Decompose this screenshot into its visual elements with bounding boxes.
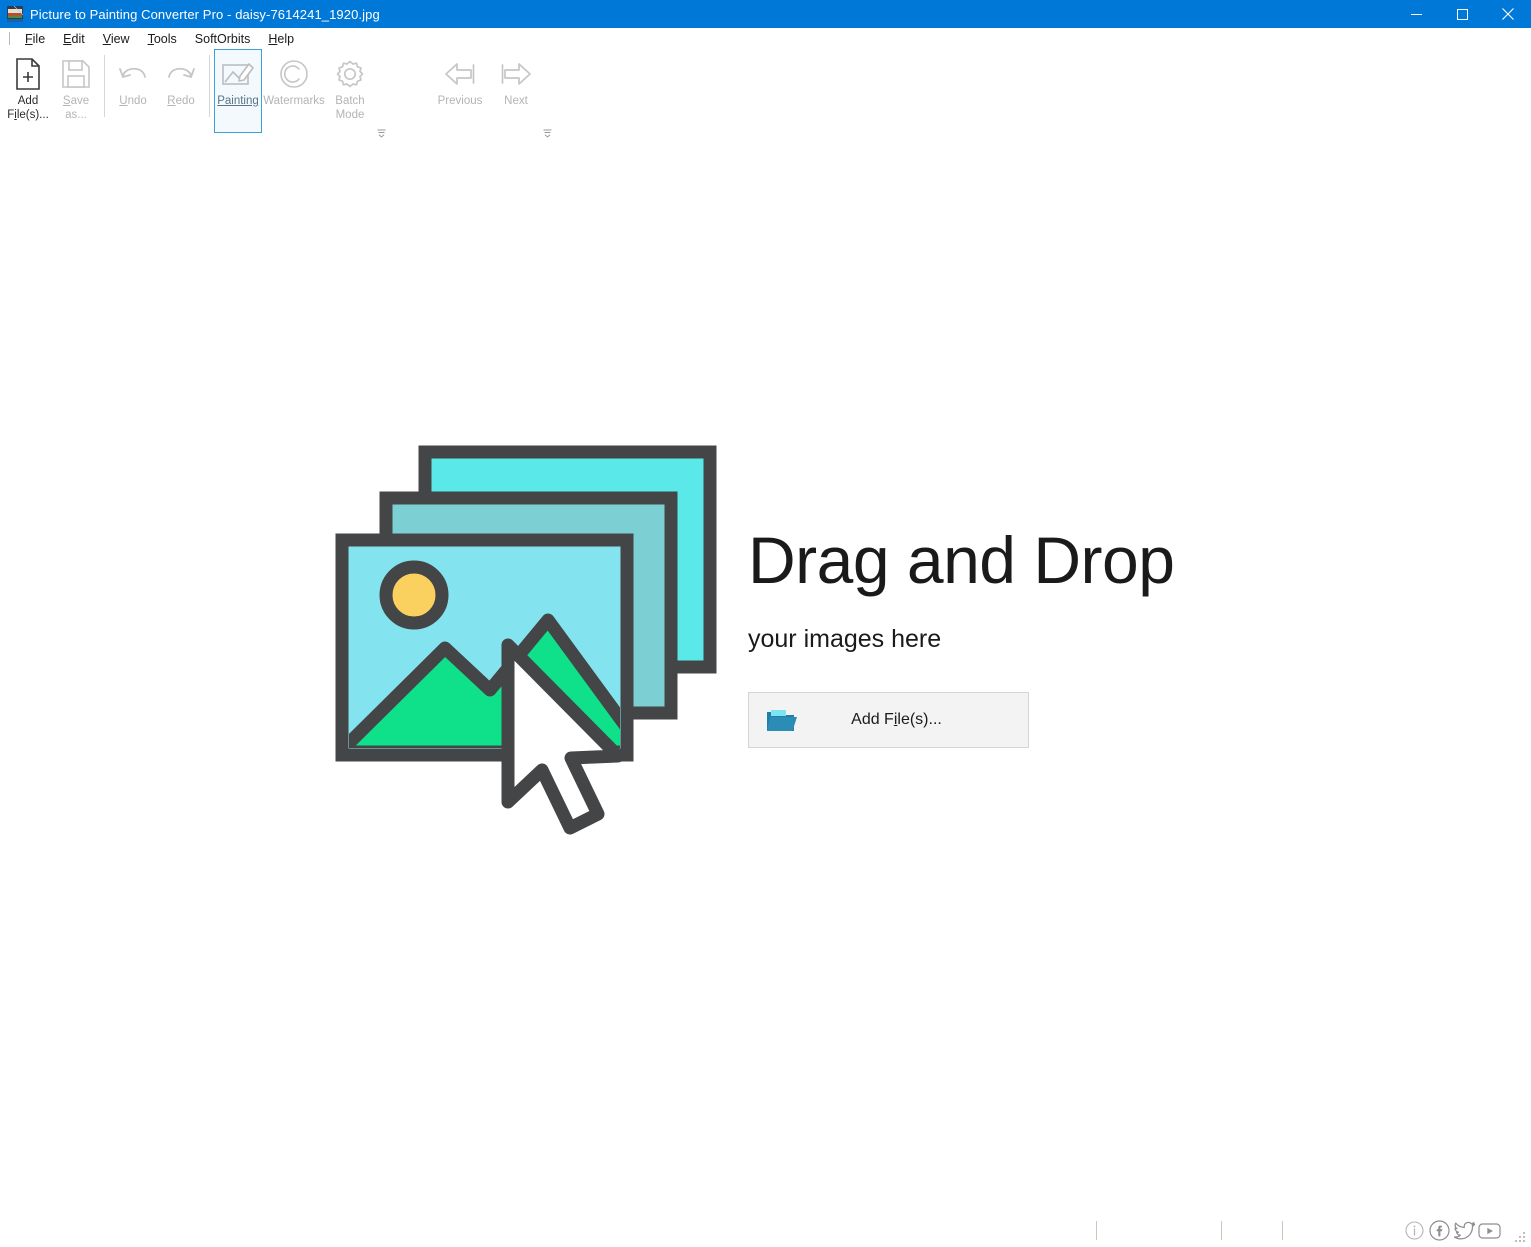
menu-item-view[interactable]: View xyxy=(94,30,139,48)
toolbar-button-painting[interactable]: Painting xyxy=(214,49,262,133)
status-separator-2 xyxy=(1221,1221,1222,1240)
minimize-icon[interactable] xyxy=(1393,0,1439,28)
toolbar-button-watermarks[interactable]: Watermarks xyxy=(262,49,326,133)
toolbar-separator-2 xyxy=(209,55,210,117)
facebook-icon[interactable] xyxy=(1427,1218,1452,1243)
toolbar-label-batch-mode: BatchMode xyxy=(335,95,364,122)
toolbar-label-watermarks: Watermarks xyxy=(263,95,325,109)
menu-item-tools[interactable]: Tools xyxy=(139,30,186,48)
toolbar-group-navigation: Previous Next xyxy=(428,49,554,145)
undo-icon xyxy=(115,56,151,92)
add-files-button-label: Add File(s)... xyxy=(799,711,1028,729)
status-bar-icons xyxy=(1402,1218,1502,1243)
toolbar-group-file: AddFile(s)... Saveas... xyxy=(4,49,100,145)
expand-chevron-icon[interactable] xyxy=(374,125,388,139)
toolbar-button-next[interactable]: Next xyxy=(492,49,540,133)
toolbar-label-redo: Redo xyxy=(167,95,195,109)
stacked-photos-with-cursor-illustration xyxy=(330,440,730,840)
expand-chevron-icon-2[interactable] xyxy=(540,125,554,139)
previous-arrow-icon xyxy=(442,56,478,92)
status-bar xyxy=(0,1214,1531,1247)
menu-bar: File Edit View Tools SoftOrbits Help xyxy=(0,28,1531,49)
toolbar-group-history: Undo Redo xyxy=(109,49,205,145)
toolbar-button-save-as[interactable]: Saveas... xyxy=(52,49,100,133)
add-files-button[interactable]: Add File(s)... xyxy=(748,692,1029,748)
status-separator-3 xyxy=(1282,1221,1283,1240)
drag-and-drop-subtitle: your images here xyxy=(748,625,1174,654)
open-folder-icon xyxy=(765,703,799,737)
menu-item-edit[interactable]: Edit xyxy=(54,30,94,48)
toolbar: AddFile(s)... Saveas... xyxy=(0,49,1531,145)
menu-item-softorbits[interactable]: SoftOrbits xyxy=(186,30,260,48)
toolbar-button-add-files[interactable]: AddFile(s)... xyxy=(4,49,52,133)
redo-icon xyxy=(163,56,199,92)
watermarks-icon xyxy=(276,56,312,92)
toolbar-button-undo[interactable]: Undo xyxy=(109,49,157,133)
close-icon[interactable] xyxy=(1485,0,1531,28)
toolbar-label-previous: Previous xyxy=(438,95,483,109)
toolbar-label-next: Next xyxy=(504,95,528,109)
menu-bar-gripper xyxy=(9,32,10,45)
toolbar-separator-1 xyxy=(104,55,105,117)
drop-zone[interactable]: Drag and Drop your images here Add File(… xyxy=(330,440,1160,840)
add-file-icon xyxy=(10,56,46,92)
toolbar-group-effects: Painting Watermarks xyxy=(214,49,388,145)
twitter-icon[interactable] xyxy=(1452,1218,1477,1243)
resize-grip[interactable] xyxy=(1514,1231,1527,1244)
status-separator-1 xyxy=(1096,1221,1097,1240)
toolbar-label-undo: Undo xyxy=(119,95,147,109)
menu-item-file[interactable]: File xyxy=(16,30,54,48)
drag-and-drop-title: Drag and Drop xyxy=(748,527,1174,593)
application-window: Picture to Painting Converter Pro - dais… xyxy=(0,0,1531,1247)
next-arrow-icon xyxy=(498,56,534,92)
app-picture-icon xyxy=(7,6,23,22)
save-as-icon xyxy=(58,56,94,92)
maximize-icon[interactable] xyxy=(1439,0,1485,28)
painting-icon xyxy=(220,56,256,92)
drop-zone-text: Drag and Drop your images here Add File(… xyxy=(748,527,1174,754)
info-icon[interactable] xyxy=(1402,1218,1427,1243)
youtube-icon[interactable] xyxy=(1477,1218,1502,1243)
toolbar-label-save-as: Saveas... xyxy=(63,95,89,122)
menu-item-help[interactable]: Help xyxy=(259,30,303,48)
toolbar-label-painting: Painting xyxy=(217,95,259,109)
title-bar: Picture to Painting Converter Pro - dais… xyxy=(0,0,1531,28)
batch-mode-icon xyxy=(332,56,368,92)
toolbar-button-previous[interactable]: Previous xyxy=(428,49,492,133)
toolbar-button-batch-mode[interactable]: BatchMode xyxy=(326,49,374,133)
main-canvas[interactable]: Drag and Drop your images here Add File(… xyxy=(0,145,1531,1214)
window-controls xyxy=(1393,0,1531,28)
toolbar-label-add-files: AddFile(s)... xyxy=(7,95,49,122)
toolbar-button-redo[interactable]: Redo xyxy=(157,49,205,133)
window-title: Picture to Painting Converter Pro - dais… xyxy=(30,7,1393,22)
